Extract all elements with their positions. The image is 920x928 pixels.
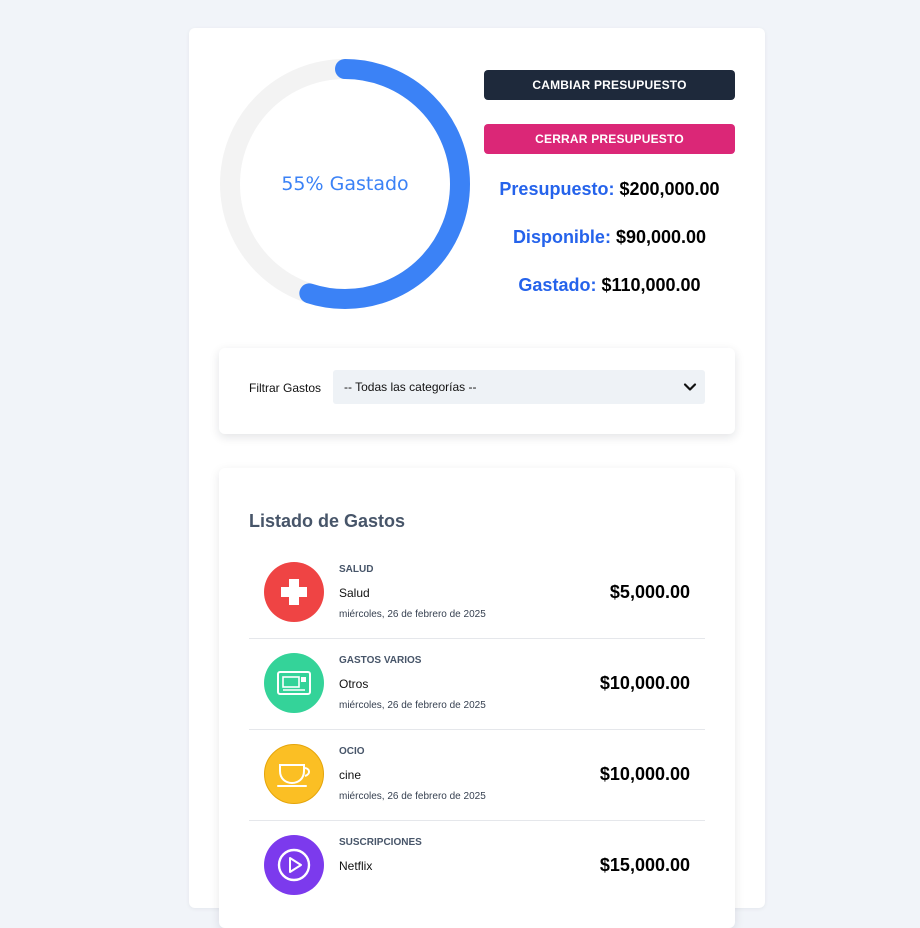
spent-value: $110,000.00	[601, 275, 701, 295]
expense-category: GASTOS VARIOS	[339, 655, 422, 666]
expense-name: Netflix	[339, 859, 373, 873]
expense-item[interactable]: SUSCRIPCIONES Netflix $15,000.00	[249, 821, 705, 912]
misc-card-icon	[264, 653, 324, 713]
progress-label: 55% Gastado	[281, 173, 409, 195]
available-label: Disponible:	[512, 227, 611, 247]
available-stat: Disponible: $90,000.00	[484, 227, 735, 248]
expense-category: OCIO	[339, 746, 365, 757]
expense-item[interactable]: SALUD Salud miércoles, 26 de febrero de …	[249, 548, 705, 639]
expense-amount: $5,000.00	[609, 582, 690, 602]
expense-category: SALUD	[339, 564, 374, 575]
expense-amount: $15,000.00	[599, 855, 690, 875]
expense-list-title: Listado de Gastos	[249, 511, 406, 531]
expense-name: cine	[339, 768, 362, 782]
expense-item[interactable]: GASTOS VARIOS Otros miércoles, 26 de feb…	[249, 639, 705, 730]
chevron-down-icon	[683, 383, 697, 391]
expense-date: miércoles, 26 de febrero de 2025	[339, 791, 486, 802]
progress-ring: 55% Gastado	[219, 58, 471, 310]
available-value: $90,000.00	[615, 227, 707, 247]
budget-card: 55% Gastado CAMBIAR PRESUPUESTO CERRAR P…	[189, 28, 765, 928]
expense-date: miércoles, 26 de febrero de 2025	[339, 700, 486, 711]
change-budget-button[interactable]: CAMBIAR PRESUPUESTO	[484, 70, 735, 100]
close-budget-button[interactable]: CERRAR PRESUPUESTO	[484, 124, 735, 154]
expense-amount: $10,000.00	[599, 673, 690, 693]
expense-category: SUSCRIPCIONES	[339, 837, 422, 848]
spent-stat: Gastado: $110,000.00	[484, 275, 735, 296]
expense-date: miércoles, 26 de febrero de 2025	[339, 609, 486, 620]
filter-label: Filtrar Gastos	[249, 381, 322, 395]
expense-item[interactable]: OCIO cine miércoles, 26 de febrero de 20…	[249, 730, 705, 821]
category-select-value: -- Todas las categorías --	[344, 380, 477, 394]
spent-label: Gastado:	[518, 275, 597, 295]
play-icon	[264, 835, 324, 895]
expense-name: Salud	[339, 586, 370, 600]
expense-name: Otros	[339, 677, 369, 691]
expense-amount: $10,000.00	[599, 764, 690, 784]
budget-label: Presupuesto:	[499, 179, 615, 199]
budget-value: $200,000.00	[619, 179, 720, 199]
budget-stat: Presupuesto: $200,000.00	[484, 179, 735, 200]
health-cross-icon	[264, 562, 324, 622]
category-select[interactable]: -- Todas las categorías --	[333, 370, 705, 404]
coffee-cup-icon	[264, 744, 324, 804]
expense-list: Listado de Gastos SALUD Salud miércoles,…	[219, 468, 735, 928]
filter-panel: Filtrar Gastos -- Todas las categorías -…	[219, 348, 735, 434]
